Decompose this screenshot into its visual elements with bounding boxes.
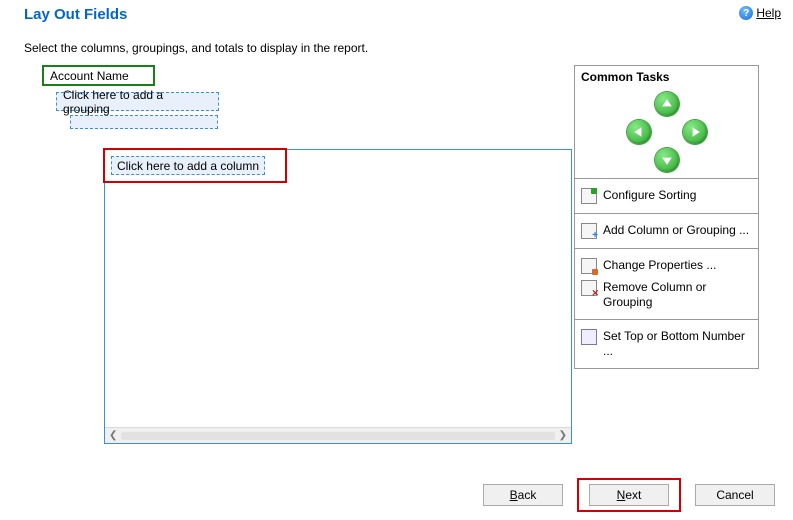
scroll-left-icon[interactable]: ❮ xyxy=(109,430,117,441)
help-label: Help xyxy=(756,6,781,20)
help-icon: ? xyxy=(739,6,753,20)
scroll-thumb[interactable] xyxy=(121,432,554,440)
task-label: Set Top or Bottom Number ... xyxy=(603,329,752,359)
task-label: Change Properties ... xyxy=(603,258,752,273)
next-button-highlight: Next xyxy=(577,478,681,512)
reorder-arrow-pad xyxy=(575,88,758,178)
empty-grouping-placeholder[interactable] xyxy=(70,115,218,129)
properties-icon xyxy=(581,258,597,274)
wizard-footer: Back Next Cancel xyxy=(483,478,775,512)
arrow-up-icon xyxy=(661,98,673,110)
page-title: Lay Out Fields xyxy=(24,6,127,23)
add-column-highlight: Click here to add a column xyxy=(103,148,287,183)
scroll-right-icon[interactable]: ❯ xyxy=(559,430,567,441)
add-grouping-placeholder[interactable]: Click here to add a grouping xyxy=(56,92,219,111)
arrow-right-icon xyxy=(689,126,701,138)
task-add-column-grouping[interactable]: Add Column or Grouping ... xyxy=(581,220,752,242)
arrow-left-icon xyxy=(633,126,645,138)
task-configure-sorting[interactable]: Configure Sorting xyxy=(581,185,752,207)
remove-icon xyxy=(581,280,597,296)
back-button[interactable]: Back xyxy=(483,484,563,506)
grouping-field-account-name[interactable]: Account Name xyxy=(42,65,155,86)
task-label: Remove Column or Grouping xyxy=(603,280,752,310)
back-label-rest: ack xyxy=(518,488,537,502)
task-label: Configure Sorting xyxy=(603,188,752,203)
move-left-button[interactable] xyxy=(627,120,651,144)
instructions-text: Select the columns, groupings, and total… xyxy=(0,23,793,65)
move-down-button[interactable] xyxy=(655,148,679,172)
next-label-rest: ext xyxy=(625,488,641,502)
top-bottom-icon xyxy=(581,329,597,345)
horizontal-scrollbar[interactable]: ❮ ❯ xyxy=(105,427,571,443)
next-button[interactable]: Next xyxy=(589,484,669,506)
columns-frame: Click here to add a column ❮ ❯ xyxy=(104,149,572,444)
task-set-top-bottom[interactable]: Set Top or Bottom Number ... xyxy=(581,326,752,362)
cancel-button[interactable]: Cancel xyxy=(695,484,775,506)
help-link[interactable]: ? Help xyxy=(739,6,781,20)
task-remove-column-grouping[interactable]: Remove Column or Grouping xyxy=(581,277,752,313)
add-column-placeholder[interactable]: Click here to add a column xyxy=(111,156,265,175)
move-up-button[interactable] xyxy=(655,92,679,116)
common-tasks-panel: Common Tasks Configure Sorting xyxy=(574,65,759,369)
arrow-down-icon xyxy=(661,154,673,166)
add-icon xyxy=(581,223,597,239)
task-label: Add Column or Grouping ... xyxy=(603,223,752,238)
sort-icon xyxy=(581,188,597,204)
common-tasks-title: Common Tasks xyxy=(575,66,758,88)
layout-canvas: Account Name Click here to add a groupin… xyxy=(24,65,554,369)
move-right-button[interactable] xyxy=(683,120,707,144)
task-change-properties[interactable]: Change Properties ... xyxy=(581,255,752,277)
